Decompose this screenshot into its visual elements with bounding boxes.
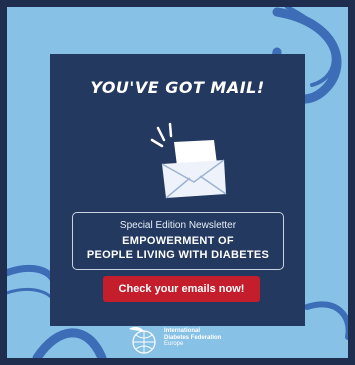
mail-card: YOU'VE GOT MAIL! Special Edition Newslet… — [50, 54, 305, 326]
headline: YOU'VE GOT MAIL! — [90, 78, 265, 97]
idf-europe-logo: International Diabetes Federation Europe — [127, 323, 247, 357]
idf-logo-icon — [129, 326, 156, 354]
newsletter-title-line1: EMPOWERMENT OF — [122, 235, 234, 247]
newsletter-box: Special Edition Newsletter EMPOWERMENT O… — [72, 212, 284, 270]
newsletter-title-line2: PEOPLE LIVING WITH DIABETES — [86, 249, 270, 261]
envelope-icon — [150, 122, 227, 199]
check-emails-button[interactable]: Check your emails now! — [103, 276, 260, 302]
newsletter-banner: YOU'VE GOT MAIL! Special Edition Newslet… — [7, 7, 348, 358]
newsletter-title: EMPOWERMENT OF PEOPLE LIVING WITH DIABET… — [73, 234, 283, 262]
newsletter-subtitle: Special Edition Newsletter — [119, 220, 237, 231]
logo-text: International Diabetes Federation Europe — [164, 328, 221, 348]
logo-line3: Europe — [164, 341, 184, 347]
